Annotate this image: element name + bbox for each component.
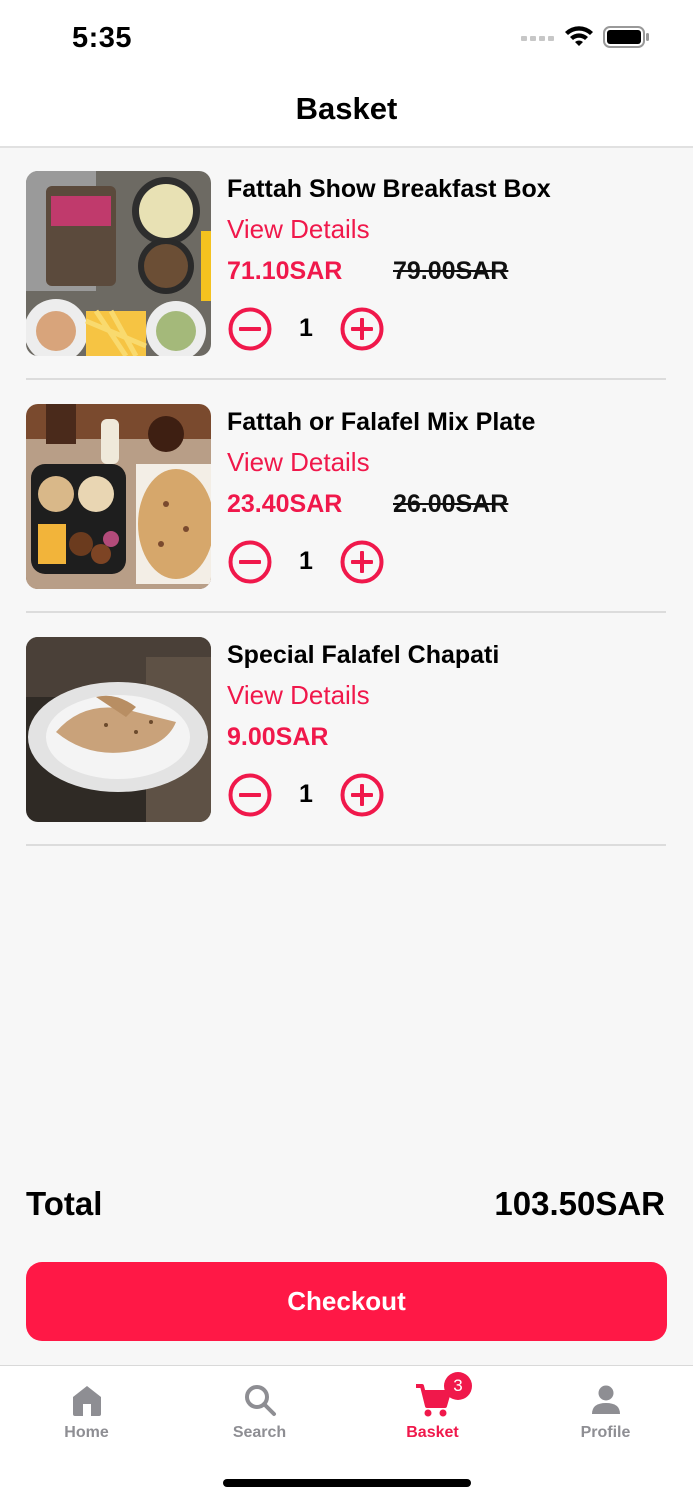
view-details-link[interactable]: View Details: [227, 680, 370, 711]
item-price: 23.40SAR: [227, 490, 343, 518]
home-indicator: [223, 1479, 471, 1487]
home-icon: [72, 1386, 101, 1416]
signal-icon: [521, 36, 554, 41]
item-name: Fattah or Falafel Mix Plate: [227, 408, 536, 436]
tab-label: Search: [232, 1424, 287, 1441]
cart-badge: 3: [444, 1372, 472, 1400]
status-bar: 5:35: [0, 0, 693, 80]
quantity-value: 1: [299, 780, 313, 808]
basket-item: Fattah or Falafel Mix Plate View Details…: [26, 404, 666, 613]
item-price: 9.00SAR: [227, 723, 329, 751]
tab-profile[interactable]: Profile: [519, 1366, 692, 1466]
total-value: 103.50SAR: [494, 1185, 665, 1222]
item-name: Fattah Show Breakfast Box: [227, 175, 551, 203]
view-details-link[interactable]: View Details: [227, 447, 370, 478]
view-details-link[interactable]: View Details: [227, 214, 370, 245]
item-name: Special Falafel Chapati: [227, 641, 500, 669]
person-icon: [591, 1385, 620, 1414]
status-time: 5:35: [72, 22, 133, 54]
total-label: Total: [26, 1185, 103, 1222]
header: Basket: [0, 80, 693, 148]
search-icon: [244, 1385, 276, 1416]
decrease-quantity-button[interactable]: [228, 540, 272, 584]
tab-basket[interactable]: 3 Basket: [346, 1366, 519, 1466]
increase-quantity-button[interactable]: [340, 307, 384, 351]
page-title: Basket: [295, 91, 398, 126]
increase-quantity-button[interactable]: [340, 773, 384, 817]
tab-home[interactable]: Home: [0, 1366, 173, 1466]
item-old-price: 26.00SAR: [393, 490, 509, 518]
battery-icon: [603, 26, 649, 48]
basket-item: Fattah Show Breakfast Box View Details 7…: [26, 171, 666, 380]
tab-label: Basket: [406, 1424, 459, 1441]
status-icons: [521, 26, 649, 48]
tab-search[interactable]: Search: [173, 1366, 346, 1466]
increase-quantity-button[interactable]: [340, 540, 384, 584]
decrease-quantity-button[interactable]: [228, 307, 272, 351]
item-image[interactable]: [26, 404, 211, 589]
quantity-value: 1: [299, 314, 313, 342]
decrease-quantity-button[interactable]: [228, 773, 272, 817]
checkout-button[interactable]: Checkout: [26, 1262, 667, 1341]
basket-item: Special Falafel Chapati View Details 9.0…: [26, 637, 666, 846]
tab-label: Profile: [580, 1424, 631, 1441]
item-price: 71.10SAR: [227, 257, 343, 285]
item-old-price: 79.00SAR: [393, 257, 509, 285]
tab-label: Home: [64, 1424, 109, 1441]
item-image[interactable]: [26, 171, 211, 356]
item-image[interactable]: [26, 637, 211, 822]
quantity-value: 1: [299, 547, 313, 575]
wifi-icon: [565, 26, 593, 46]
